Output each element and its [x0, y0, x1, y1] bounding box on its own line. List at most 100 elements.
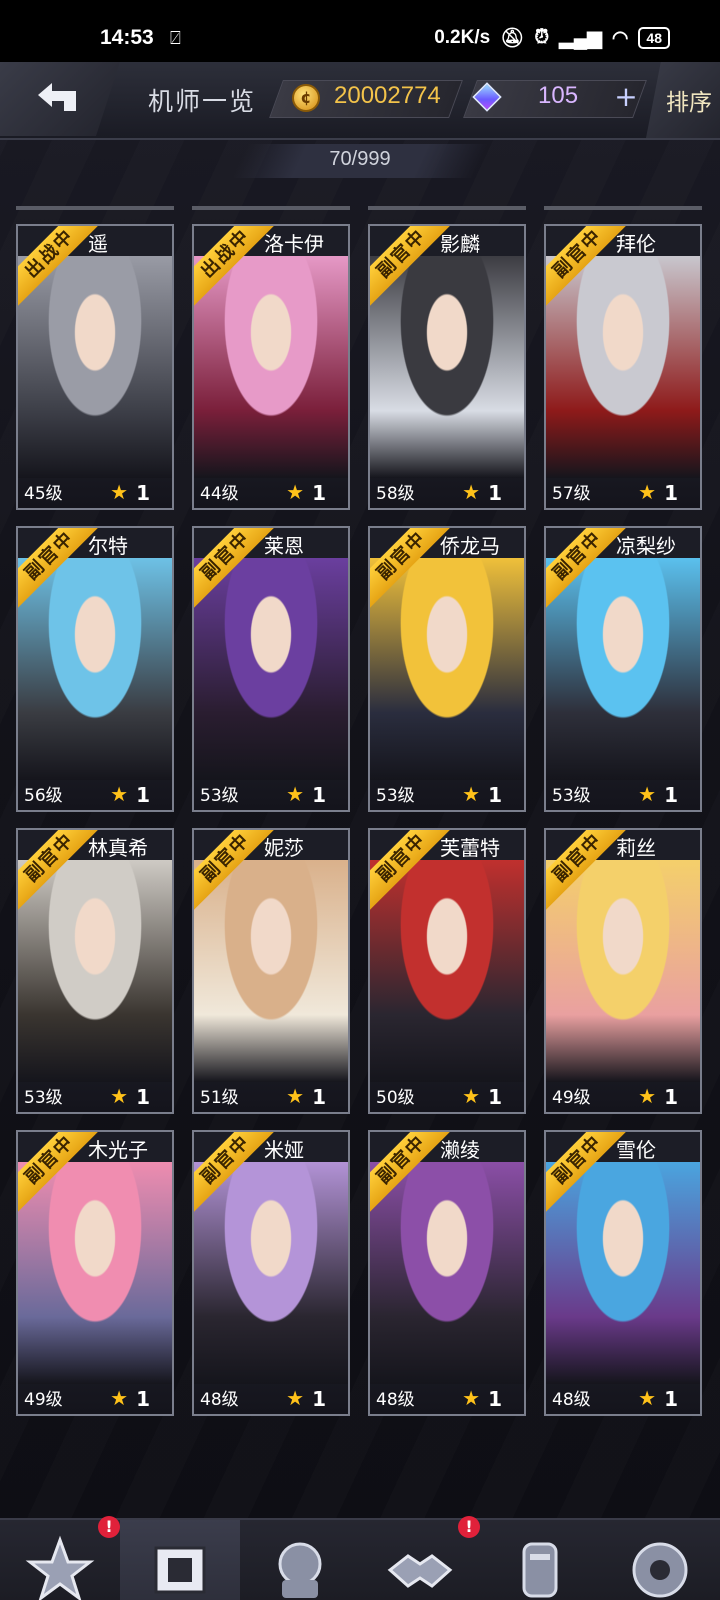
- alarm-icon: ⏰︎: [534, 27, 550, 48]
- nav-base[interactable]: 基地 !: [0, 1516, 120, 1600]
- pilot-name: 莉丝: [616, 836, 656, 860]
- back-arrow-icon: [38, 83, 76, 111]
- base-icon: [25, 1535, 95, 1600]
- pilot-portrait: [370, 254, 524, 478]
- status-bar: 14:53 ⍁ 0.2K/s 🔕︎ ⏰︎ ▂▄▆ ◠ 48: [0, 0, 720, 62]
- star-icon: ★: [286, 1084, 304, 1108]
- status-right: 0.2K/s 🔕︎ ⏰︎ ▂▄▆ ◠ 48: [434, 26, 670, 50]
- shop-icon: [632, 1542, 688, 1598]
- pilot-level: 53级: [200, 786, 239, 806]
- alert-badge: !: [458, 1516, 480, 1538]
- page-title: 机师一览: [148, 87, 257, 116]
- star-count: 1: [488, 1085, 502, 1109]
- mute-icon: 🔕︎: [500, 28, 525, 49]
- pilot-card[interactable]: 雪伦 副官中 48级 ★ 1: [544, 1130, 702, 1416]
- pilot-portrait: [370, 858, 524, 1082]
- pilot-name: 侨龙马: [440, 534, 500, 558]
- star-icon: ★: [110, 1386, 128, 1410]
- pilot-card[interactable]: 侨龙马 副官中 53级 ★ 1: [368, 526, 526, 812]
- pilot-card[interactable]: 遥 出战中 45级 ★ 1: [16, 224, 174, 510]
- pilot-level: 44级: [200, 484, 239, 504]
- star-icon: ★: [286, 480, 304, 504]
- pilot-card[interactable]: 拜伦 副官中 57级 ★ 1: [544, 224, 702, 510]
- pilot-level: 48级: [200, 1390, 239, 1410]
- pilot-level: 53级: [376, 786, 415, 806]
- pilot-level: 48级: [552, 1390, 591, 1410]
- data-saver-icon: ⍁: [170, 28, 181, 49]
- tavern-icon: [522, 1542, 558, 1598]
- star-icon: ★: [638, 1386, 656, 1410]
- pilot-list-screen: 机师一览 ¢ 20002774 105 + 排序 70/999 遥 出战中 45…: [0, 62, 720, 1600]
- pilot-card[interactable]: 林真希 副官中 53级 ★ 1: [16, 828, 174, 1114]
- pilot-portrait: [194, 254, 348, 478]
- star-count: 1: [664, 1085, 678, 1109]
- pilot-card[interactable]: 凉梨纱 副官中 53级 ★ 1: [544, 526, 702, 812]
- pilot-portrait: [194, 556, 348, 780]
- nav-squad[interactable]: 编队: [240, 1520, 360, 1600]
- add-gems-button[interactable]: +: [612, 82, 640, 112]
- warehouse-icon: [154, 1546, 206, 1594]
- pilot-portrait: [546, 254, 700, 478]
- pilot-name: 莱恩: [264, 534, 304, 558]
- pilot-card[interactable]: 莱恩 副官中 53级 ★ 1: [192, 526, 350, 812]
- nav-handshake[interactable]: 社交 !: [360, 1516, 480, 1600]
- pilot-portrait: [18, 1160, 172, 1384]
- star-count: 1: [488, 783, 502, 807]
- battery-icon: 48: [638, 27, 670, 49]
- gem-value: 105: [538, 82, 579, 109]
- star-icon: ★: [638, 1084, 656, 1108]
- star-icon: ★: [286, 782, 304, 806]
- star-count: 1: [664, 481, 678, 505]
- star-icon: ★: [286, 1386, 304, 1410]
- pilot-level: 57级: [552, 484, 591, 504]
- scroll-edge-card: [192, 206, 350, 210]
- handshake-icon: [387, 1554, 453, 1588]
- pilot-card[interactable]: 影麟 副官中 58级 ★ 1: [368, 224, 526, 510]
- header-bar: 机师一览 ¢ 20002774 105 + 排序: [0, 62, 720, 140]
- star-icon: ★: [638, 480, 656, 504]
- nav-shop[interactable]: 商城: [600, 1520, 720, 1600]
- signal-icon: ▂▄▆: [559, 27, 602, 49]
- star-count: 1: [488, 481, 502, 505]
- pilot-level: 51级: [200, 1088, 239, 1108]
- pilot-card[interactable]: 莉丝 副官中 49级 ★ 1: [544, 828, 702, 1114]
- star-count: 1: [312, 783, 326, 807]
- pilot-level: 49级: [552, 1088, 591, 1108]
- pilot-name: 拜伦: [616, 232, 656, 256]
- coin-icon: ¢: [292, 84, 320, 112]
- alert-badge: !: [98, 1516, 120, 1538]
- pilot-card[interactable]: 米娅 副官中 48级 ★ 1: [192, 1130, 350, 1416]
- pilot-card[interactable]: 妮莎 副官中 51级 ★ 1: [192, 828, 350, 1114]
- pilot-portrait: [546, 1160, 700, 1384]
- back-button[interactable]: [0, 62, 120, 136]
- bottom-nav: 基地 ! 仓库 编队 社交 ! 酒馆 商城: [0, 1516, 720, 1600]
- pilot-card[interactable]: 芙蕾特 副官中 50级 ★ 1: [368, 828, 526, 1114]
- network-speed: 0.2K/s: [434, 27, 491, 48]
- sort-button[interactable]: 排序: [646, 62, 720, 138]
- wifi-icon: ◠: [611, 27, 629, 49]
- star-icon: ★: [110, 782, 128, 806]
- pilot-level: 45级: [24, 484, 63, 504]
- pilot-card[interactable]: 木光子 副官中 49级 ★ 1: [16, 1130, 174, 1416]
- status-time: 14:53: [100, 26, 154, 49]
- pilot-portrait: [546, 556, 700, 780]
- pilot-count: 70/999: [329, 148, 391, 170]
- star-count: 1: [312, 481, 326, 505]
- pilot-level: 50级: [376, 1088, 415, 1108]
- pilot-card[interactable]: 尔特 副官中 56级 ★ 1: [16, 526, 174, 812]
- pilot-level: 56级: [24, 786, 63, 806]
- pilot-level: 48级: [376, 1390, 415, 1410]
- pilot-level: 53级: [24, 1088, 63, 1108]
- pilot-portrait: [546, 858, 700, 1082]
- pilot-level: 58级: [376, 484, 415, 504]
- pilot-level: 53级: [552, 786, 591, 806]
- star-icon: ★: [462, 1084, 480, 1108]
- pilot-card[interactable]: 濑绫 副官中 48级 ★ 1: [368, 1130, 526, 1416]
- star-count: 1: [312, 1387, 326, 1411]
- nav-warehouse[interactable]: 仓库: [120, 1520, 240, 1600]
- pilot-card[interactable]: 洛卡伊 出战中 44级 ★ 1: [192, 224, 350, 510]
- nav-tavern[interactable]: 酒馆: [480, 1520, 600, 1600]
- pilot-portrait: [18, 254, 172, 478]
- pilot-name: 尔特: [88, 534, 128, 558]
- pilot-name: 洛卡伊: [264, 232, 324, 256]
